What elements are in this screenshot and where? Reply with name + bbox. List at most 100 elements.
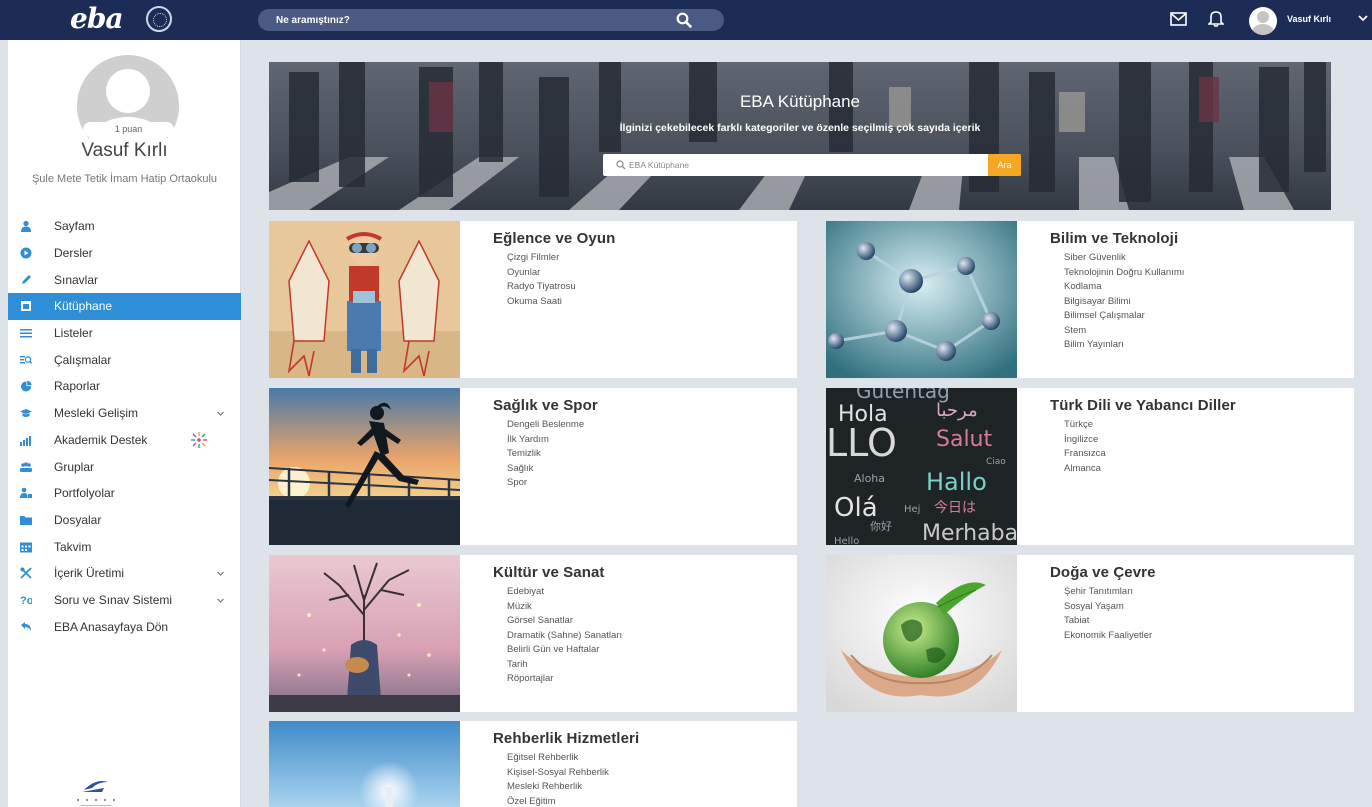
category-link[interactable]: Radyo Tiyatrosu (507, 280, 576, 295)
sidebar-item-sinavlar[interactable]: Sınavlar (8, 266, 241, 293)
category-link[interactable]: Fransızca (1064, 447, 1106, 462)
category-link[interactable]: İlk Yardım (507, 433, 584, 448)
category-title[interactable]: Rehberlik Hizmetleri (493, 730, 639, 747)
category-links: Türkçe İngilizce Fransızca Almanca (1064, 418, 1106, 476)
sidebar-item-soru-ve-sinav-sistemi[interactable]: ?o Soru ve Sınav Sistemi (8, 587, 241, 614)
sidebar-item-label: Raporlar (54, 379, 101, 394)
category-card-kultur-ve-sanat[interactable]: Kültür ve Sanat Edebiyat Müzik Görsel Sa… (269, 555, 797, 712)
portfolio-icon (20, 487, 32, 499)
group-icon (20, 461, 32, 472)
category-link[interactable]: Kodlama (1064, 280, 1184, 295)
library-search-input[interactable] (629, 157, 969, 173)
category-link[interactable]: Okuma Saati (507, 295, 576, 310)
category-link[interactable]: Belirli Gün ve Haftalar (507, 643, 622, 658)
category-link[interactable]: Şehir Tanıtımları (1064, 585, 1152, 600)
sidebar-item-takvim[interactable]: Takvim (8, 533, 241, 560)
sidebar-item-icerik-uretimi[interactable]: İçerik Üretimi (8, 560, 241, 587)
user-icon (21, 221, 31, 233)
category-title[interactable]: Bilim ve Teknoloji (1050, 230, 1178, 247)
sidebar-item-listeler[interactable]: Listeler (8, 320, 241, 347)
category-link[interactable]: Tabiat (1064, 614, 1152, 629)
sidebar-item-mesleki-gelisim[interactable]: Mesleki Gelişim (8, 400, 241, 427)
category-card-rehberlik-hizmetleri[interactable]: Rehberlik Hizmetleri Eğitsel Rehberlik K… (269, 721, 797, 807)
search-list-icon (20, 355, 32, 364)
category-card-turk-dili-ve-yabanci-diller[interactable]: Gutentag Hola مرحبا LLO Salut Ciao Aloha… (826, 388, 1354, 545)
user-avatar[interactable] (1249, 7, 1277, 35)
search-icon[interactable] (676, 12, 692, 28)
category-card-eglence-ve-oyun[interactable]: Eğlence ve Oyun Çizgi Filmler Oyunlar Ra… (269, 221, 797, 378)
sidebar-item-akademik-destek[interactable]: Akademik Destek (8, 427, 241, 454)
greeting-word: Hallo (926, 468, 987, 496)
category-link[interactable]: Bilgisayar Bilimi (1064, 295, 1184, 310)
category-link[interactable]: İngilizce (1064, 433, 1106, 448)
category-link[interactable]: Özel Eğitim (507, 795, 609, 807)
sidebar-item-dersler[interactable]: Dersler (8, 240, 241, 267)
category-link[interactable]: Stem (1064, 324, 1184, 339)
category-link[interactable]: Dramatik (Sahne) Sanatları (507, 629, 622, 644)
category-link[interactable]: Spor (507, 476, 584, 491)
category-card-saglik-ve-spor[interactable]: Sağlık ve Spor Dengeli Beslenme İlk Yard… (269, 388, 797, 545)
folder-icon (20, 515, 32, 525)
category-link[interactable]: Görsel Sanatlar (507, 614, 622, 629)
category-title[interactable]: Türk Dili ve Yabancı Diller (1050, 397, 1236, 414)
category-title[interactable]: Kültür ve Sanat (493, 564, 605, 581)
category-card-doga-ve-cevre[interactable]: Doğa ve Çevre Şehir Tanıtımları Sosyal Y… (826, 555, 1354, 712)
library-banner: EBA Kütüphane İlginizi çekebilecek farkl… (269, 62, 1331, 210)
category-link[interactable]: Siber Güvenlik (1064, 251, 1184, 266)
library-search-button[interactable]: Ara (988, 154, 1021, 176)
category-link[interactable]: Türkçe (1064, 418, 1106, 433)
category-link[interactable]: Dengeli Beslenme (507, 418, 584, 433)
category-link[interactable]: Bilimsel Çalışmalar (1064, 309, 1184, 324)
category-link[interactable]: Müzik (507, 600, 622, 615)
sidebar-item-gruplar[interactable]: Gruplar (8, 453, 241, 480)
category-link[interactable]: Bilim Yayınları (1064, 338, 1184, 353)
sidebar-item-dosyalar[interactable]: Dosyalar (8, 507, 241, 534)
category-link[interactable]: Sosyal Yaşam (1064, 600, 1152, 615)
category-link[interactable]: Ekonomik Faaliyetler (1064, 629, 1152, 644)
greeting-word: Merhaba (922, 521, 1017, 545)
sidebar-item-eba-anasayfa[interactable]: EBA Anasayfaya Dön (8, 613, 241, 640)
chevron-down-icon[interactable] (216, 569, 225, 578)
category-image-earth-hands (826, 555, 1017, 712)
sidebar-item-portfolyolar[interactable]: Portfolyolar (8, 480, 241, 507)
play-icon (20, 247, 32, 259)
global-search-input[interactable] (276, 11, 656, 29)
chevron-down-icon[interactable] (216, 596, 225, 605)
back-arrow-icon (21, 621, 31, 631)
sidebar-item-raporlar[interactable]: Raporlar (8, 373, 241, 400)
sidebar-item-sayfam[interactable]: Sayfam (8, 213, 241, 240)
category-title[interactable]: Sağlık ve Spor (493, 397, 598, 414)
top-username[interactable]: Vasuf Kırlı (1287, 14, 1331, 24)
sidebar-item-kutuphane[interactable]: Kütüphane (8, 293, 241, 320)
category-link[interactable]: Kişisel-Sosyal Rehberlik (507, 766, 609, 781)
eba-logo[interactable]: eba (70, 2, 124, 35)
category-link[interactable]: Edebiyat (507, 585, 622, 600)
category-link[interactable]: Eğitsel Rehberlik (507, 751, 609, 766)
chevron-down-icon[interactable] (216, 409, 225, 418)
category-link[interactable]: Teknolojinin Doğru Kullanımı (1064, 266, 1184, 281)
category-card-bilim-ve-teknoloji[interactable]: Bilim ve Teknoloji Siber Güvenlik Teknol… (826, 221, 1354, 378)
bell-icon[interactable] (1208, 9, 1224, 27)
sidebar: 1 puan Vasuf Kırlı Şule Mete Tetik İmam … (8, 40, 241, 807)
chevron-down-icon[interactable] (1358, 13, 1368, 23)
category-link[interactable]: Almanca (1064, 462, 1106, 477)
sidebar-item-label: Mesleki Gelişim (54, 406, 139, 421)
category-link[interactable]: Çizgi Filmler (507, 251, 576, 266)
category-link[interactable]: Mesleki Rehberlik (507, 780, 609, 795)
category-link[interactable]: Oyunlar (507, 266, 576, 281)
greeting-word: Ciao (986, 457, 1006, 467)
greeting-word: 今日は (934, 500, 976, 516)
category-links: Eğitsel Rehberlik Kişisel-Sosyal Rehberl… (507, 751, 609, 807)
sidebar-item-calismalar[interactable]: Çalışmalar (8, 346, 241, 373)
mail-icon[interactable] (1170, 12, 1187, 26)
category-title[interactable]: Eğlence ve Oyun (493, 230, 615, 247)
category-image-lighthouse (269, 721, 460, 807)
category-title[interactable]: Doğa ve Çevre (1050, 564, 1156, 581)
sidebar-item-label: Sınavlar (54, 272, 99, 287)
category-link[interactable]: Tarih (507, 658, 622, 673)
fatih-project-logo (77, 781, 115, 806)
category-link[interactable]: Sağlık (507, 462, 584, 477)
category-link[interactable]: Röportajlar (507, 672, 622, 687)
ministry-seal-icon (146, 6, 172, 32)
category-link[interactable]: Temizlik (507, 447, 584, 462)
